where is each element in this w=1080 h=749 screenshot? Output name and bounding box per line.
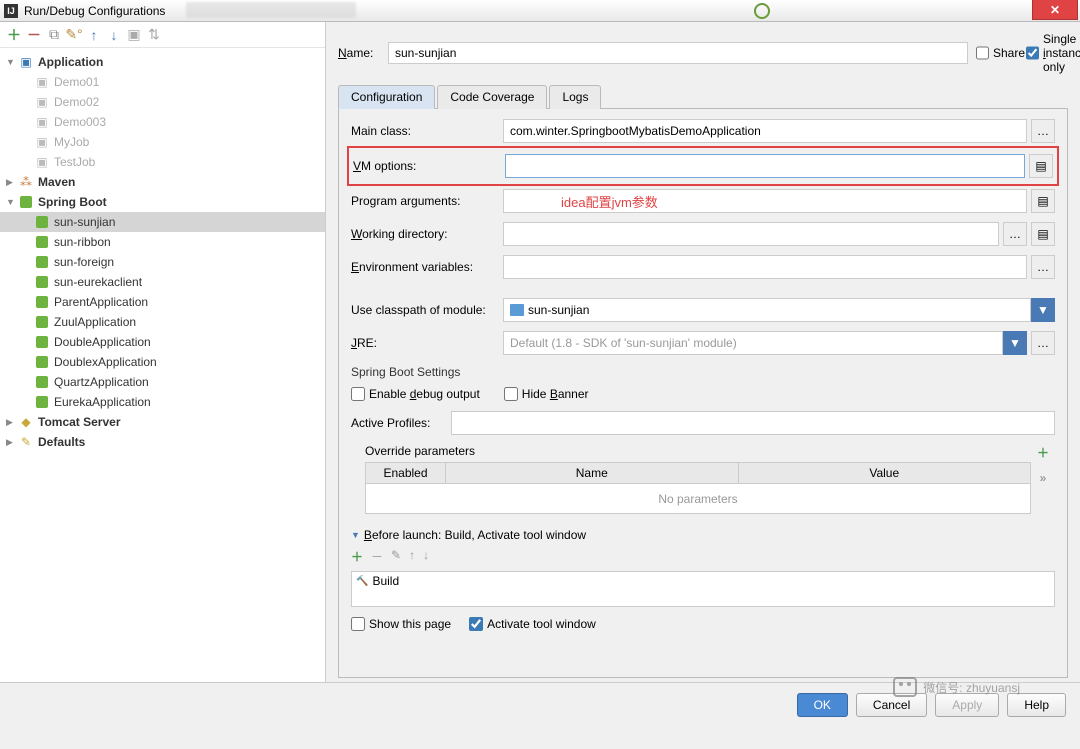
bg-badge <box>754 3 770 19</box>
titlebar: IJ Run/Debug Configurations ✕ <box>0 0 1080 22</box>
override-header: Enabled Name Value <box>365 462 1031 484</box>
module-icon <box>510 304 524 316</box>
before-down[interactable]: ↓ <box>423 548 429 565</box>
main-class-label: Main class: <box>351 124 503 138</box>
override-add[interactable]: ＋ <box>1033 440 1053 465</box>
move-up-button[interactable]: ↑ <box>86 27 102 43</box>
build-icon: 🔨 <box>356 576 368 587</box>
ok-button[interactable]: OK <box>797 693 848 717</box>
tree-item-demo003[interactable]: ▣Demo003 <box>0 112 325 132</box>
jre-label: JRE: <box>351 336 503 350</box>
right-panel: Name: Share Single instance only Configu… <box>326 22 1080 682</box>
tree-item-eurekaapp[interactable]: EurekaApplication <box>0 392 325 412</box>
override-title: Override parameters <box>365 444 1055 458</box>
copy-config-button[interactable]: ⧉ <box>46 27 62 43</box>
tree-item-zuul[interactable]: ZuulApplication <box>0 312 325 332</box>
folder-button[interactable]: ▣ <box>126 27 142 43</box>
tab-logs[interactable]: Logs <box>549 85 601 109</box>
watermark: 微信号: zhuyuansj <box>893 677 1020 697</box>
before-launch-header[interactable]: ▼Before launch: Build, Activate tool win… <box>351 528 1055 542</box>
cp-combo[interactable]: sun-sunjian <box>503 298 1031 322</box>
before-edit[interactable]: ✎ <box>391 548 401 565</box>
tree-item-demo02[interactable]: ▣Demo02 <box>0 92 325 112</box>
app-icon: IJ <box>4 4 18 18</box>
wechat-icon <box>893 677 917 697</box>
wd-label: Working directory: <box>351 227 503 241</box>
config-toolbar: ＋ － ⧉ ✎° ↑ ↓ ▣ ⇅ <box>0 22 325 48</box>
override-more[interactable]: » <box>1033 465 1053 490</box>
tree-tomcat[interactable]: ▶◆Tomcat Server <box>0 412 325 432</box>
window-title: Run/Debug Configurations <box>24 4 165 18</box>
config-tree[interactable]: ▼▣Application ▣Demo01 ▣Demo02 ▣Demo003 ▣… <box>0 48 325 682</box>
cp-dropdown[interactable]: ▼ <box>1031 298 1055 322</box>
tree-item-testjob[interactable]: ▣TestJob <box>0 152 325 172</box>
add-config-button[interactable]: ＋ <box>6 27 22 43</box>
jre-combo[interactable]: Default (1.8 - SDK of 'sun-sunjian' modu… <box>503 331 1003 355</box>
show-page-checkbox[interactable]: Show this page <box>351 617 451 631</box>
tree-maven[interactable]: ▶⁂Maven <box>0 172 325 192</box>
build-item: Build <box>372 574 399 588</box>
before-toolbar: ＋ － ✎ ↑ ↓ <box>351 548 1055 565</box>
tree-springboot[interactable]: ▼Spring Boot <box>0 192 325 212</box>
vm-expand-button[interactable]: ▤ <box>1029 154 1053 178</box>
single-instance-checkbox[interactable]: Single instance only <box>1026 32 1068 74</box>
profiles-input[interactable] <box>451 411 1055 435</box>
main-class-browse[interactable]: … <box>1031 119 1055 143</box>
tree-item-sunjian[interactable]: sun-sunjian <box>0 212 325 232</box>
env-browse[interactable]: … <box>1031 255 1055 279</box>
args-label: Program arguments: <box>351 194 503 208</box>
profiles-label: Active Profiles: <box>351 416 451 430</box>
blurred-bg <box>186 2 356 18</box>
tree-item-double[interactable]: DoubleApplication <box>0 332 325 352</box>
before-remove[interactable]: － <box>371 548 383 565</box>
env-input[interactable] <box>503 255 1027 279</box>
vm-options-label: VM options: <box>353 159 505 173</box>
wd-browse[interactable]: … <box>1003 222 1027 246</box>
hide-banner-checkbox[interactable]: Hide Banner <box>504 387 589 401</box>
tree-item-parent[interactable]: ParentApplication <box>0 292 325 312</box>
tree-defaults[interactable]: ▶✎Defaults <box>0 432 325 452</box>
env-label: Environment variables: <box>351 260 503 274</box>
sb-section-title: Spring Boot Settings <box>351 365 1055 379</box>
tree-item-quartz[interactable]: QuartzApplication <box>0 372 325 392</box>
before-up[interactable]: ↑ <box>409 548 415 565</box>
tree-application[interactable]: ▼▣Application <box>0 52 325 72</box>
activate-tw-checkbox[interactable]: Activate tool window <box>469 617 596 631</box>
wd-input[interactable] <box>503 222 999 246</box>
share-checkbox[interactable]: Share <box>976 46 1018 60</box>
name-input[interactable] <box>388 42 968 64</box>
jre-browse[interactable]: … <box>1031 331 1055 355</box>
tab-configuration[interactable]: Configuration <box>338 85 435 109</box>
cp-label: Use classpath of module: <box>351 303 503 317</box>
wd-list[interactable]: ▤ <box>1031 222 1055 246</box>
before-list[interactable]: 🔨 Build <box>351 571 1055 607</box>
config-body: Main class: … VM options: ▤ Program argu… <box>338 109 1068 678</box>
remove-config-button[interactable]: － <box>26 27 42 43</box>
edit-defaults-button[interactable]: ✎° <box>66 27 82 43</box>
left-panel: ＋ － ⧉ ✎° ↑ ↓ ▣ ⇅ ▼▣Application ▣Demo01 ▣… <box>0 22 326 682</box>
enable-debug-checkbox[interactable]: Enable debug output <box>351 387 480 401</box>
close-button[interactable]: ✕ <box>1032 0 1078 20</box>
jre-dropdown[interactable]: ▼ <box>1003 331 1027 355</box>
tree-item-foreign[interactable]: sun-foreign <box>0 252 325 272</box>
before-add[interactable]: ＋ <box>351 548 363 565</box>
vm-highlight-box: VM options: ▤ <box>347 146 1059 186</box>
sort-button[interactable]: ⇅ <box>146 27 162 43</box>
main-class-input[interactable] <box>503 119 1027 143</box>
tab-coverage[interactable]: Code Coverage <box>437 85 547 109</box>
tree-item-eureka[interactable]: sun-eurekaclient <box>0 272 325 292</box>
tree-item-ribbon[interactable]: sun-ribbon <box>0 232 325 252</box>
tree-item-doublex[interactable]: DoublexApplication <box>0 352 325 372</box>
vm-options-input[interactable] <box>505 154 1025 178</box>
tree-item-myjob[interactable]: ▣MyJob <box>0 132 325 152</box>
override-body: No parameters <box>365 484 1031 514</box>
args-expand-button[interactable]: ▤ <box>1031 189 1055 213</box>
move-down-button[interactable]: ↓ <box>106 27 122 43</box>
annotation-text: idea配置jvm参数 <box>561 192 658 211</box>
tabs: Configuration Code Coverage Logs <box>338 84 1068 109</box>
tree-item-demo01[interactable]: ▣Demo01 <box>0 72 325 92</box>
name-label: Name: <box>338 46 380 60</box>
